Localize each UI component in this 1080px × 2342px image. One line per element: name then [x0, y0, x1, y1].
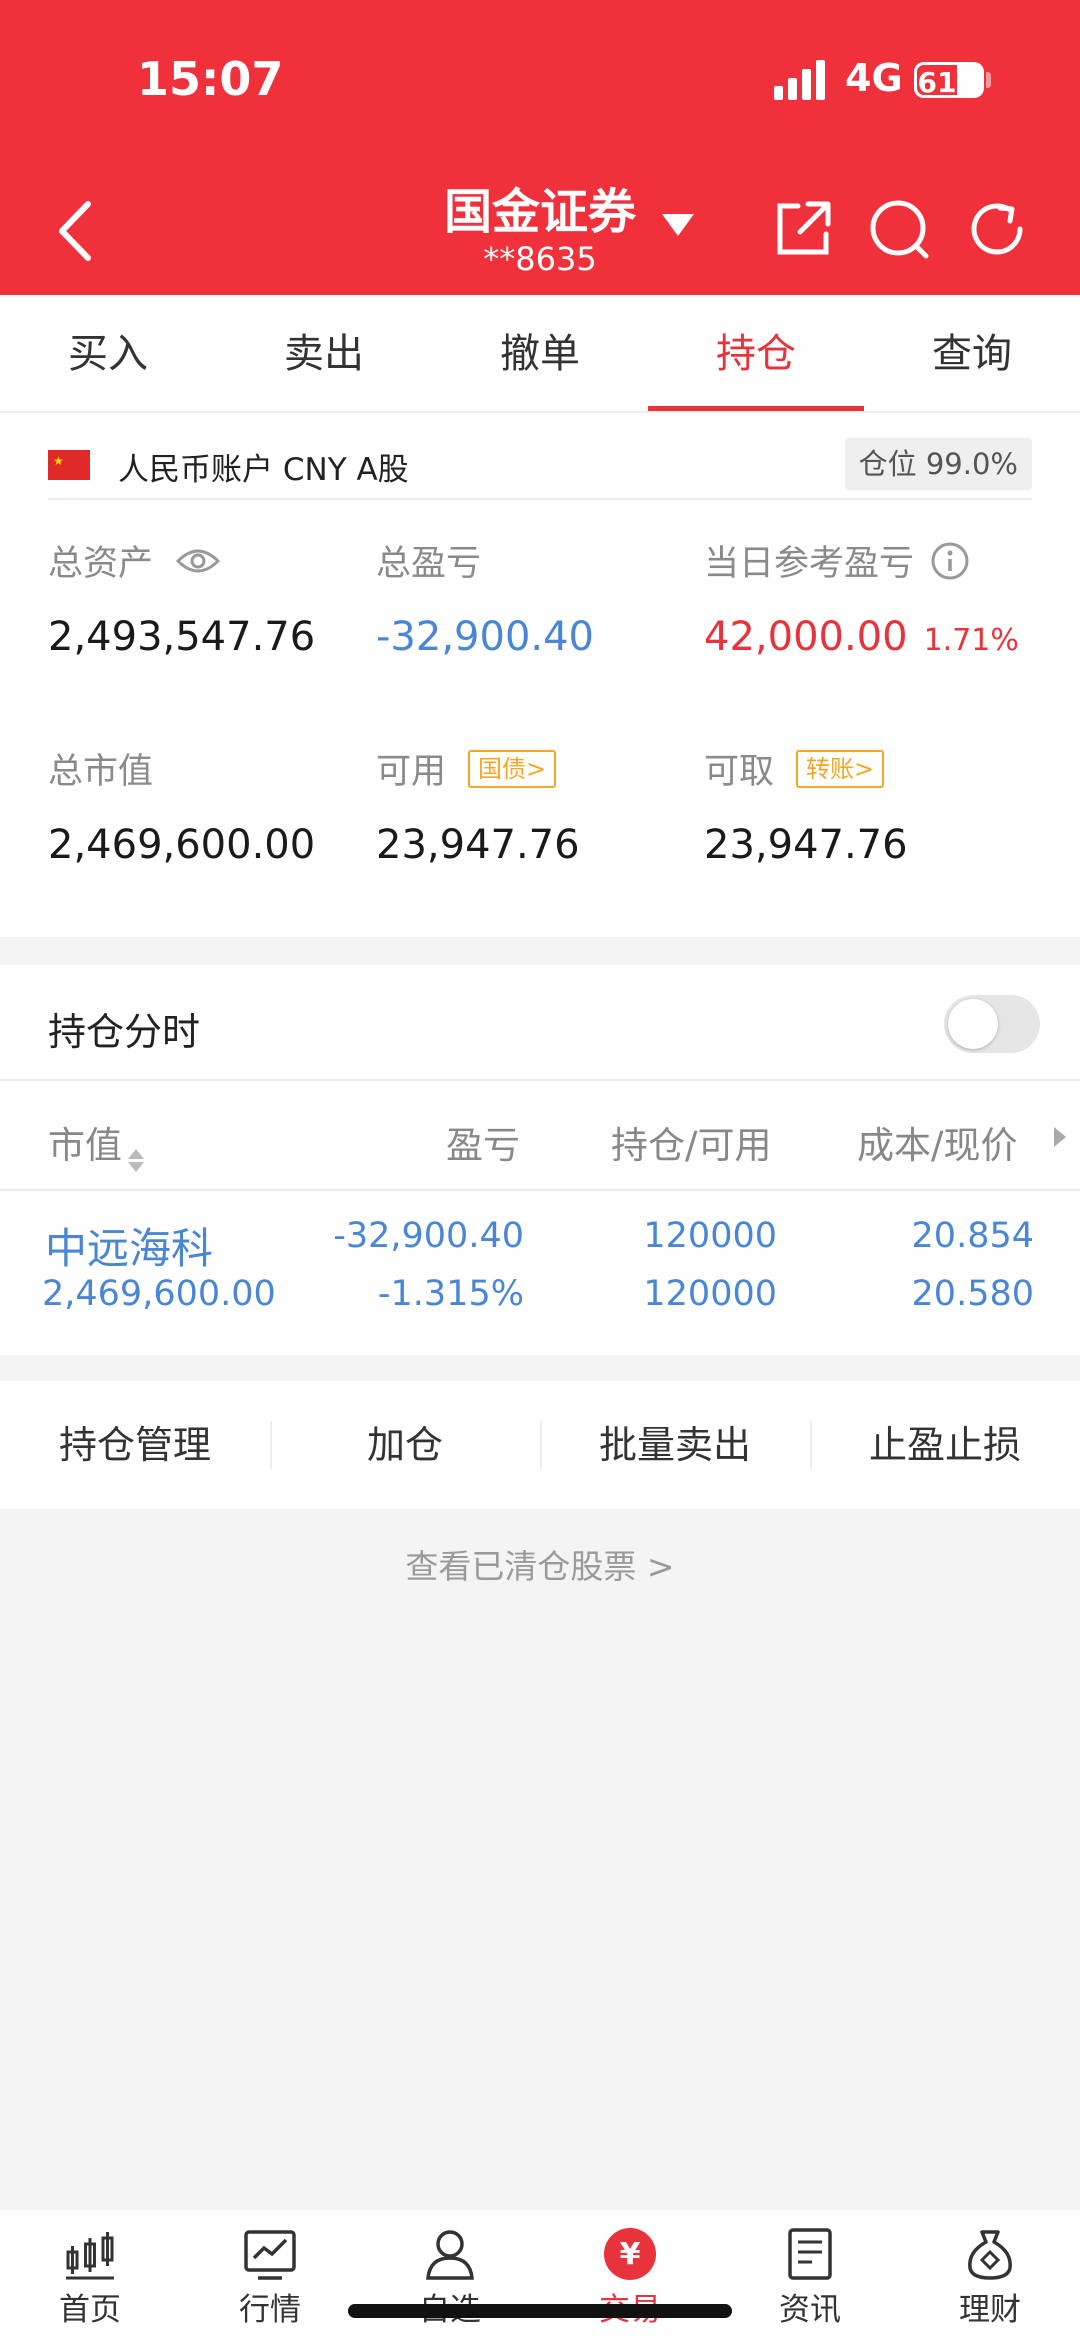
- add-position-button[interactable]: 加仓: [270, 1381, 540, 1509]
- info-icon[interactable]: [930, 541, 970, 581]
- nav-wealth[interactable]: 理财: [900, 2210, 1080, 2342]
- nav-wealth-label: 理财: [959, 2292, 1021, 2328]
- share-icon[interactable]: [770, 196, 836, 262]
- market-value: 总市值 2,469,600.00: [48, 743, 315, 868]
- nav-home-label: 首页: [59, 2292, 121, 2328]
- manage-positions-button[interactable]: 持仓管理: [0, 1381, 270, 1509]
- battery-tip: [986, 72, 991, 88]
- withdrawable-value: 23,947.76: [704, 822, 908, 868]
- position-ratio-badge: 仓位 99.0%: [844, 438, 1032, 490]
- nav-trade[interactable]: ¥ 交易: [540, 2210, 720, 2342]
- stock-pl: -32,900.40: [333, 1216, 524, 1256]
- page-title[interactable]: 国金证券: [380, 172, 700, 242]
- total-pl-value: -32,900.40: [376, 614, 595, 660]
- daily-pl-value: 42,000.00: [704, 614, 908, 660]
- sort-icon[interactable]: [128, 1149, 144, 1172]
- available-value: 23,947.76: [376, 822, 580, 868]
- yuan-icon: ¥: [604, 2228, 656, 2280]
- stock-available: 120000: [643, 1274, 777, 1314]
- account-row: ★ 人民币账户 CNY A股 仓位 99.0%: [48, 430, 1032, 500]
- status-time: 15:07: [137, 52, 284, 106]
- transfer-button[interactable]: 转账>: [796, 749, 885, 788]
- total-pl-label: 总盈亏: [376, 544, 482, 584]
- account-number: **8635: [483, 240, 597, 278]
- stock-holding: 120000: [643, 1216, 777, 1256]
- total-assets-label: 总资产: [48, 544, 154, 584]
- view-cleared-stocks-link[interactable]: 查看已清仓股票 >: [0, 1540, 1080, 1588]
- money-bag-icon: [968, 2230, 1012, 2280]
- account-summary: ★ 人民币账户 CNY A股 仓位 99.0% 总资产 2,493,547.76…: [0, 413, 1080, 937]
- positions-header: 持仓分时: [0, 965, 1080, 1081]
- dropdown-arrow-icon[interactable]: [662, 214, 694, 236]
- market-value-value: 2,469,600.00: [48, 822, 316, 868]
- nav-market-label: 行情: [239, 2292, 301, 2328]
- trade-tabs: 买入 卖出 撤单 持仓 查询: [0, 295, 1080, 413]
- daily-pl: 当日参考盈亏 42,000.00 1.71%: [704, 535, 1019, 660]
- intraday-toggle[interactable]: [944, 995, 1040, 1053]
- positions-section: 持仓分时 市值 盈亏 持仓/可用 成本/现价 中远海科 2,469,600.00…: [0, 965, 1080, 1355]
- col-cost-price: 成本/现价: [857, 1124, 1018, 1167]
- daily-pl-percent: 1.71%: [923, 623, 1019, 658]
- available-label: 可用: [376, 752, 447, 792]
- account-label: 人民币账户 CNY A股: [118, 452, 409, 488]
- search-icon[interactable]: [866, 196, 932, 262]
- position-actions: 持仓管理 加仓 批量卖出 止盈止损: [0, 1381, 1080, 1509]
- nav-watchlist[interactable]: 自选: [360, 2210, 540, 2342]
- tab-buy[interactable]: 买入: [0, 295, 216, 411]
- nav-news-label: 资讯: [779, 2292, 841, 2328]
- stock-price: 20.580: [911, 1274, 1034, 1314]
- positions-column-header: 市值 盈亏 持仓/可用 成本/现价: [0, 1081, 1080, 1191]
- positions-title: 持仓分时: [48, 1010, 201, 1054]
- chart-icon: [244, 2230, 296, 2280]
- document-icon: [788, 2228, 832, 2280]
- stock-cost: 20.854: [911, 1216, 1034, 1256]
- refresh-icon[interactable]: [964, 196, 1030, 262]
- home-indicator: [348, 2304, 732, 2318]
- col-holding: 持仓/可用: [611, 1124, 772, 1167]
- stock-market-value: 2,469,600.00: [42, 1274, 276, 1314]
- battery-icon: 61: [914, 62, 984, 99]
- daily-pl-label: 当日参考盈亏: [704, 544, 915, 584]
- take-profit-stop-loss-button[interactable]: 止盈止损: [810, 1381, 1080, 1509]
- total-assets-value: 2,493,547.76: [48, 614, 316, 660]
- scroll-right-icon[interactable]: [1054, 1127, 1066, 1147]
- nav-market[interactable]: 行情: [180, 2210, 360, 2342]
- stock-name[interactable]: 中远海科: [45, 1215, 213, 1276]
- user-icon: [426, 2230, 474, 2280]
- back-icon[interactable]: [52, 196, 102, 266]
- total-assets: 总资产 2,493,547.76: [48, 535, 315, 660]
- nav-news[interactable]: 资讯: [720, 2210, 900, 2342]
- signal-icon: [774, 60, 828, 100]
- network-type: 4G: [845, 56, 903, 100]
- china-flag-icon: ★: [48, 450, 90, 480]
- tab-positions[interactable]: 持仓: [648, 295, 864, 411]
- stock-pl-percent: -1.315%: [377, 1274, 524, 1314]
- withdrawable-funds: 可取 转账> 23,947.76: [704, 743, 908, 868]
- total-pl: 总盈亏 -32,900.40: [376, 535, 594, 660]
- battery-level: 61: [914, 62, 960, 99]
- batch-sell-button[interactable]: 批量卖出: [540, 1381, 810, 1509]
- market-value-label: 总市值: [48, 752, 154, 792]
- col-pl: 盈亏: [446, 1124, 520, 1167]
- bottom-nav: 首页 行情 自选 ¥ 交易 资讯: [0, 2210, 1080, 2342]
- treasury-bond-button[interactable]: 国债>: [468, 749, 557, 788]
- candlestick-icon: [66, 2232, 114, 2280]
- tab-query[interactable]: 查询: [864, 295, 1080, 411]
- tab-sell[interactable]: 卖出: [216, 295, 432, 411]
- tab-cancel[interactable]: 撤单: [432, 295, 648, 411]
- withdrawable-label: 可取: [704, 752, 775, 792]
- header: 15:07 4G 61 国金证券 **8635: [0, 0, 1080, 295]
- col-market-value[interactable]: 市值: [48, 1115, 144, 1172]
- eye-icon[interactable]: [175, 545, 221, 577]
- svg-text:¥: ¥: [620, 2237, 641, 2272]
- nav-home[interactable]: 首页: [0, 2210, 180, 2342]
- available-funds: 可用 国债> 23,947.76: [376, 743, 580, 868]
